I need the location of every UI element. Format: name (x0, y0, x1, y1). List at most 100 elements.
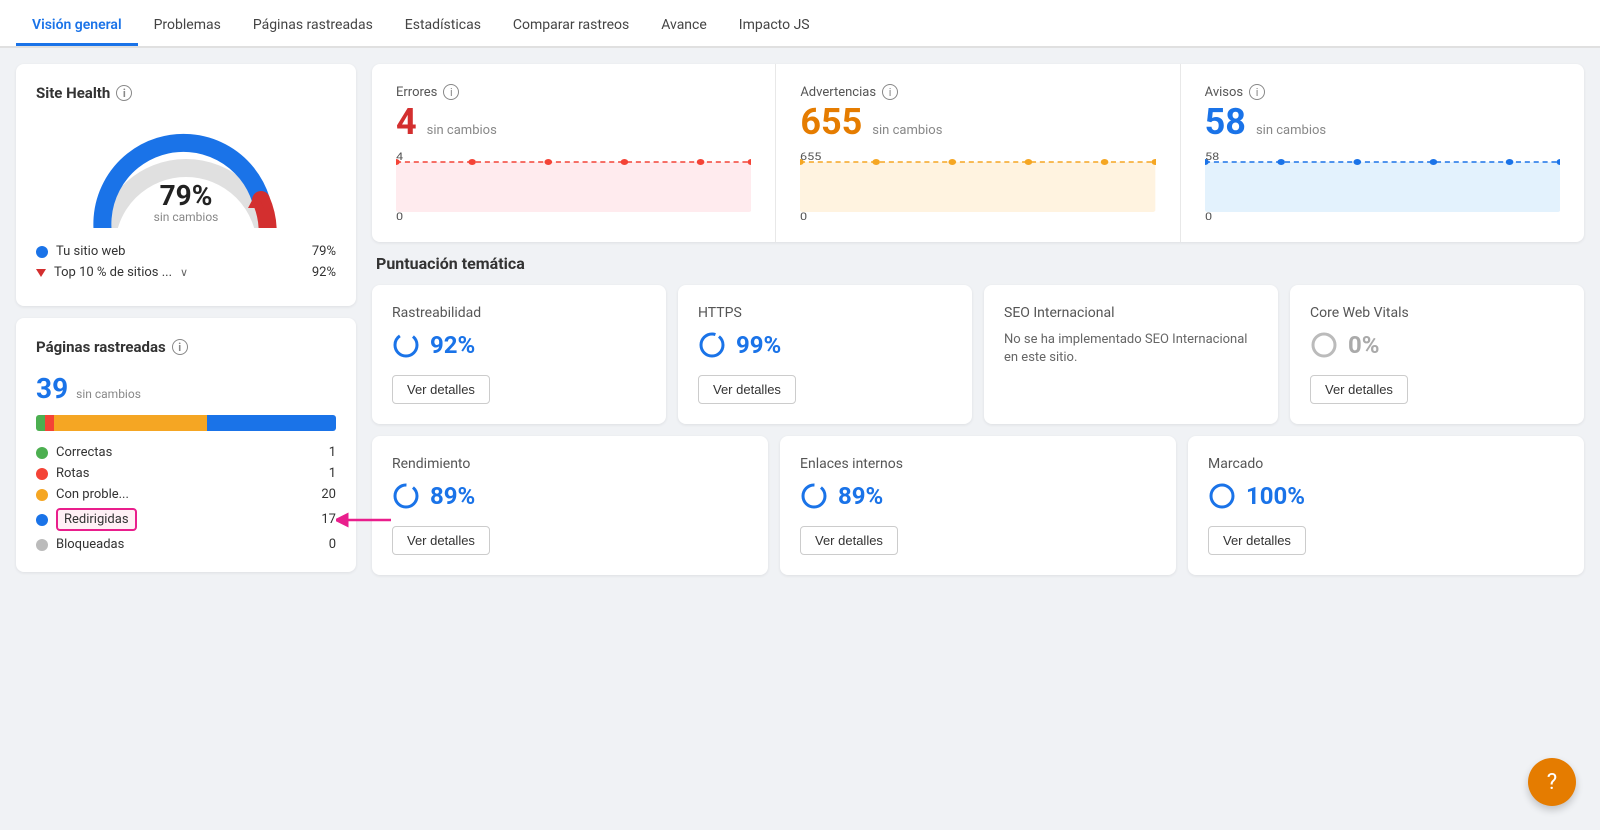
score-grid-row2: Rendimiento 89% Ver detalles Enlaces int… (372, 436, 1584, 575)
seo-int-title: SEO Internacional (1004, 305, 1258, 321)
svg-text:58: 58 (1205, 152, 1219, 163)
advertencias-value-row: 655 sin cambios (800, 104, 1155, 140)
svg-text:0: 0 (396, 210, 403, 222)
enlaces-pct: 89% (838, 482, 883, 510)
pages-info-icon[interactable]: i (172, 339, 188, 355)
errores-label: Errores (396, 85, 437, 100)
rotas-label: Rotas (56, 466, 89, 481)
thematic-section: Puntuación temática Rastreabilidad 92% V… (372, 254, 1584, 575)
site-value: 79% (312, 244, 336, 259)
correctas-value: 1 (329, 445, 336, 460)
marcado-value-row: 100% (1208, 482, 1564, 510)
site-health-info-icon[interactable]: i (116, 85, 132, 101)
rastreabilidad-circle-icon (392, 331, 420, 359)
pages-bar (36, 415, 336, 431)
fab-button[interactable]: ? (1528, 758, 1576, 806)
rastreabilidad-details-btn[interactable]: Ver detalles (392, 375, 490, 404)
pink-arrow-icon (336, 505, 396, 535)
top10-value: 92% (312, 265, 336, 280)
nav-item-impacto-js[interactable]: Impacto JS (723, 5, 826, 46)
https-details-btn[interactable]: Ver detalles (698, 375, 796, 404)
top10-triangle-icon (36, 269, 46, 277)
errores-value: 4 (396, 104, 417, 140)
advertencias-sparkline: 655 0 (800, 152, 1155, 222)
site-health-label: Site Health (36, 84, 110, 102)
gauge-percent: 79% (154, 182, 219, 210)
avisos-value-row: 58 sin cambios (1205, 104, 1560, 140)
site-health-card: Site Health i 79% (16, 64, 356, 306)
gauge-wrap: 79% sin cambios (86, 118, 286, 228)
https-value-row: 99% (698, 331, 952, 359)
core-web-vitals-circle-icon (1310, 331, 1338, 359)
nav-item-comparar-rastreos[interactable]: Comparar rastreos (497, 5, 645, 46)
avisos-label-row: Avisos i (1205, 84, 1560, 100)
marcado-title: Marcado (1208, 456, 1564, 472)
enlaces-details-btn[interactable]: Ver detalles (800, 526, 898, 555)
conprob-value: 20 (321, 487, 336, 502)
core-web-vitals-details-btn[interactable]: Ver detalles (1310, 375, 1408, 404)
redirigidas-highlight: Redirigidas (56, 508, 137, 531)
metric-errores: Errores i 4 sin cambios (372, 64, 776, 242)
errores-sparkline-svg: 4 0 (396, 152, 751, 222)
nav-item-estadísticas[interactable]: Estadísticas (389, 5, 497, 46)
thematic-title: Puntuación temática (372, 254, 1584, 273)
legend-bloqueadas: Bloqueadas 0 (36, 537, 336, 552)
legend-left-bloqueadas: Bloqueadas (36, 537, 124, 552)
score-seo-internacional: SEO Internacional No se ha implementado … (984, 285, 1278, 424)
gauge-text: 79% sin cambios (154, 182, 219, 224)
advertencias-label-row: Advertencias i (800, 84, 1155, 100)
svg-text:4: 4 (396, 152, 404, 163)
rendimiento-circle-icon (392, 482, 420, 510)
rastreabilidad-title: Rastreabilidad (392, 305, 646, 321)
bar-broken (45, 415, 54, 431)
legend-left-conprob: Con proble... (36, 487, 129, 502)
nav-item-problemas[interactable]: Problemas (138, 5, 237, 46)
site-label: Tu sitio web (56, 244, 125, 259)
bloqueadas-dot (36, 539, 48, 551)
conprob-dot (36, 489, 48, 501)
rotas-value: 1 (329, 466, 336, 481)
sidebar: Site Health i 79% (16, 64, 356, 575)
legend-redirigidas: Redirigidas 17 (36, 508, 336, 531)
bar-issues (54, 415, 207, 431)
legend-left-redirigidas: Redirigidas (36, 508, 137, 531)
core-web-vitals-pct: 0% (1348, 331, 1380, 359)
avisos-sparkline: 58 0 (1205, 152, 1560, 222)
https-pct: 99% (736, 331, 781, 359)
marcado-details-btn[interactable]: Ver detalles (1208, 526, 1306, 555)
avisos-info-icon[interactable]: i (1249, 84, 1265, 100)
avisos-change: sin cambios (1256, 123, 1326, 138)
rendimiento-details-btn[interactable]: Ver detalles (392, 526, 490, 555)
expand-icon[interactable]: ∨ (180, 266, 188, 279)
score-rendimiento: Rendimiento 89% Ver detalles (372, 436, 768, 575)
legend-item-top10: Top 10 % de sitios ... ∨ 92% (36, 265, 336, 280)
advertencias-info-icon[interactable]: i (882, 84, 898, 100)
score-https: HTTPS 99% Ver detalles (678, 285, 972, 424)
nav-item-páginas-rastreadas[interactable]: Páginas rastreadas (237, 5, 389, 46)
gauge-container: 79% sin cambios (36, 118, 336, 228)
legend-left-site: Tu sitio web (36, 244, 125, 259)
nav-item-visión-general[interactable]: Visión general (16, 5, 138, 46)
redirigidas-label: Redirigidas (64, 512, 129, 527)
errores-sparkline: 4 0 (396, 152, 751, 222)
svg-text:655: 655 (800, 152, 821, 163)
avisos-value: 58 (1205, 104, 1246, 140)
nav-item-avance[interactable]: Avance (645, 5, 723, 46)
errores-change: sin cambios (427, 123, 497, 138)
bloqueadas-value: 0 (329, 537, 336, 552)
redirigidas-row-wrap: Redirigidas 17 (36, 508, 336, 531)
seo-int-note: No se ha implementado SEO Internacional … (1004, 331, 1258, 367)
errores-info-icon[interactable]: i (443, 84, 459, 100)
score-grid-row1: Rastreabilidad 92% Ver detalles HTTPS (372, 285, 1584, 424)
enlaces-circle-icon (800, 482, 828, 510)
correctas-dot (36, 447, 48, 459)
advertencias-value: 655 (800, 104, 862, 140)
avisos-sparkline-svg: 58 0 (1205, 152, 1560, 222)
main-layout: Site Health i 79% (0, 48, 1600, 591)
https-circle-icon (698, 331, 726, 359)
site-health-legend: Tu sitio web 79% Top 10 % de sitios ... … (36, 244, 336, 280)
core-web-vitals-title: Core Web Vitals (1310, 305, 1564, 321)
pages-title: Páginas rastreadas i (36, 338, 336, 356)
pages-sub: sin cambios (76, 387, 141, 401)
rendimiento-title: Rendimiento (392, 456, 748, 472)
